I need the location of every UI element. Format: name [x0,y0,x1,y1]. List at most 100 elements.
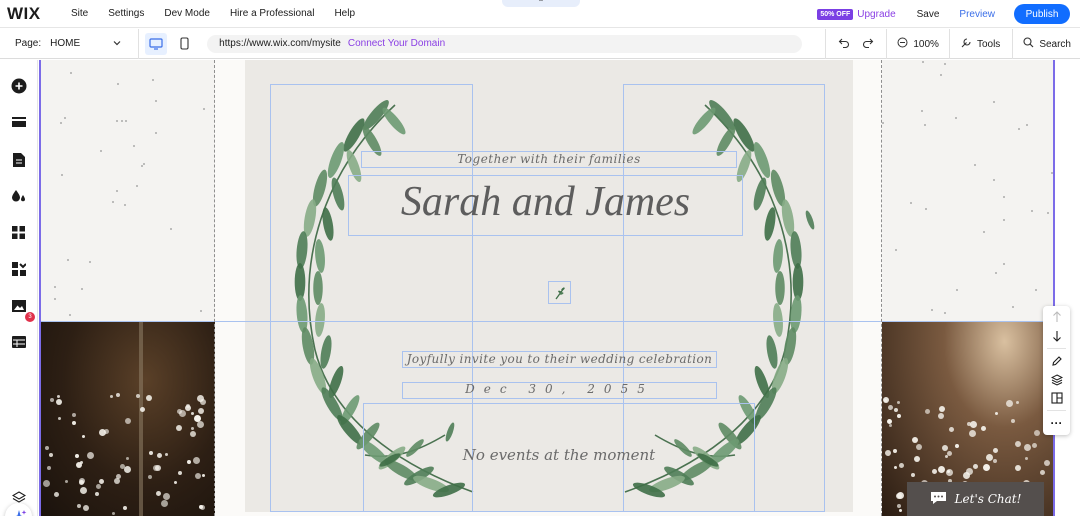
zoom-control[interactable]: 100% [886,29,949,59]
speckle-dot [1051,172,1053,174]
flower-blossom [1011,419,1015,423]
search-button[interactable]: Search [1012,29,1080,59]
pages-icon[interactable] [10,151,27,168]
flower-blossom [198,408,204,414]
flower-blossom [897,401,900,404]
menu-site[interactable]: Site [61,8,98,19]
design-icon[interactable] [10,187,27,204]
page-selector[interactable]: HOME [50,38,108,49]
speckle-dot [136,185,138,187]
flower-blossom [187,460,191,464]
flower-blossom [72,421,76,425]
flower-blossom [942,445,948,451]
chat-bubble-icon [930,491,947,508]
flower-blossom [981,426,986,431]
chat-widget[interactable]: Let's Chat! [907,482,1044,516]
section-actions-panel: ··· [1043,306,1070,435]
speckle-dot [955,117,957,119]
flower-blossom [1034,430,1040,436]
connect-domain-link[interactable]: Connect Your Domain [348,38,445,49]
sections-icon[interactable] [10,114,27,131]
flower-blossom [894,466,897,469]
speckle-dot [133,145,135,147]
move-down-icon[interactable] [1048,327,1065,344]
site-url[interactable]: https://www.wix.com/mysite [219,38,341,49]
speckle-dot [81,288,83,290]
wrench-icon [960,37,972,52]
editor-canvas[interactable]: Together with their families Sarah and J… [39,60,1055,516]
panel-divider [1047,410,1066,411]
flower-blossom [194,415,201,422]
chevron-down-icon[interactable] [112,38,122,50]
more-actions-icon[interactable]: ··· [1048,414,1065,431]
menu-dev-mode[interactable]: Dev Mode [154,8,220,19]
flower-blossom [47,466,51,470]
flower-blossom [912,437,918,443]
publish-button[interactable]: Publish [1014,4,1070,24]
flower-blossom [65,480,68,483]
flower-blossom [897,414,901,418]
top-actions: 50% OFF Upgrade Save Preview Publish [817,0,1070,28]
couple-names[interactable]: Sarah and James [348,178,743,226]
speckle-dot [200,310,202,312]
flower-blossom [87,452,94,459]
apps-icon[interactable] [10,224,27,241]
cms-icon[interactable] [10,333,27,350]
event-date[interactable]: Dec 30, 2055 [402,382,717,396]
left-flower-photo[interactable] [41,322,215,516]
zoom-out-icon[interactable] [897,37,908,51]
menu-settings[interactable]: Settings [98,8,154,19]
page-toolbar: Page: HOME https://www.wix.com/mysite Co… [0,28,1080,59]
speckle-dot [170,228,172,230]
undo-redo [825,29,886,59]
events-placeholder[interactable]: No events at the moment [363,446,755,464]
tools-button[interactable]: Tools [948,29,1012,59]
business-apps-icon[interactable] [10,260,27,277]
layout-icon[interactable] [1048,389,1065,406]
mobile-view-icon[interactable] [173,33,195,55]
speckle-dot [1018,128,1020,130]
undo-icon[interactable] [838,37,850,51]
flower-blossom [116,393,120,397]
preview-button[interactable]: Preview [959,9,995,20]
speckle-dot [116,120,118,122]
move-up-icon[interactable] [1048,308,1065,325]
speckle-dot [944,63,946,65]
flower-blossom [1044,460,1050,466]
flower-blossom [80,461,83,464]
upgrade-link[interactable]: Upgrade [857,9,895,20]
menu-help[interactable]: Help [324,8,365,19]
speckle-dot [67,259,69,261]
right-gutter [1057,60,1080,516]
desktop-view-icon[interactable] [145,32,168,55]
edit-pen-icon[interactable] [1048,352,1065,369]
main-menu: Site Settings Dev Mode Hire a Profession… [61,8,365,19]
flower-blossom [1015,441,1021,447]
sprig-icon[interactable] [550,283,569,302]
layers-stack-icon[interactable] [1048,371,1065,388]
families-line[interactable]: Together with their families [361,152,737,166]
flower-blossom [1016,401,1019,404]
flower-blossom [983,464,990,471]
flower-blossom [83,505,89,511]
speckle-dot [944,312,946,314]
flower-blossom [149,451,153,455]
save-button[interactable]: Save [917,9,940,20]
speckle-dot [1031,210,1033,212]
speckle-dot [143,163,145,165]
zoom-level[interactable]: 100% [913,39,939,50]
wix-logo[interactable]: WIX [7,4,57,24]
menu-hire-professional[interactable]: Hire a Professional [220,8,324,19]
flower-blossom [1032,443,1037,448]
right-speckle-background [882,60,1053,322]
redo-icon[interactable] [862,37,874,51]
media-icon[interactable] [10,297,27,314]
collapse-toolbar-tab[interactable]: ⌃ [502,0,580,7]
top-bar: WIX Site Settings Dev Mode Hire a Profes… [0,0,1080,28]
invite-line[interactable]: Joyfully invite you to their wedding cel… [402,352,717,366]
flower-blossom [124,466,131,473]
speckle-dot [64,117,66,119]
add-icon[interactable] [10,77,27,94]
flower-blossom [893,449,897,453]
layers-icon[interactable] [10,489,27,506]
